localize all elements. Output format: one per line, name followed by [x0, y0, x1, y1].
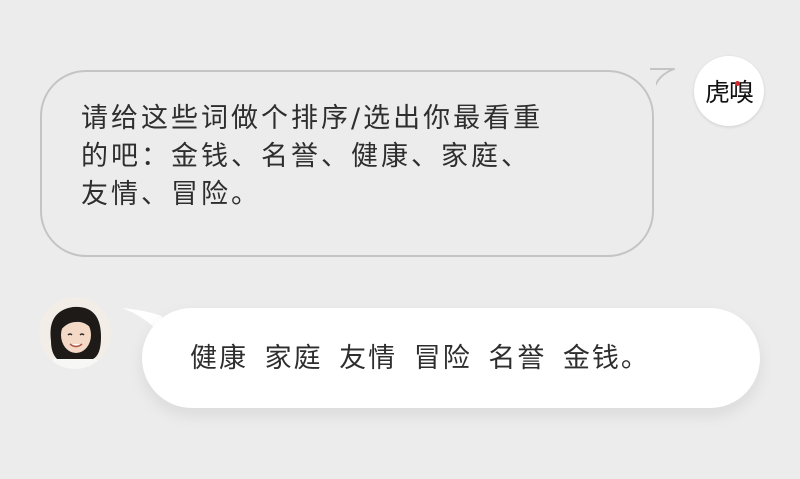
sender-logo-text: 虎嗅: [704, 78, 754, 107]
answer-text: 健康 家庭 友情 冒险 名誉 金钱。: [190, 343, 650, 374]
user-avatar[interactable]: [39, 297, 111, 369]
woman-portrait-icon: [39, 297, 111, 369]
question-text: 请给这些词做个排序/选出你最看重 的吧：金钱、名誉、健康、家庭、 友情、冒险。: [81, 103, 544, 210]
logo-accent-dot: [735, 81, 740, 86]
question-bubble-tail: [650, 68, 675, 90]
huxiu-logo-avatar[interactable]: 虎嗅: [694, 56, 764, 126]
